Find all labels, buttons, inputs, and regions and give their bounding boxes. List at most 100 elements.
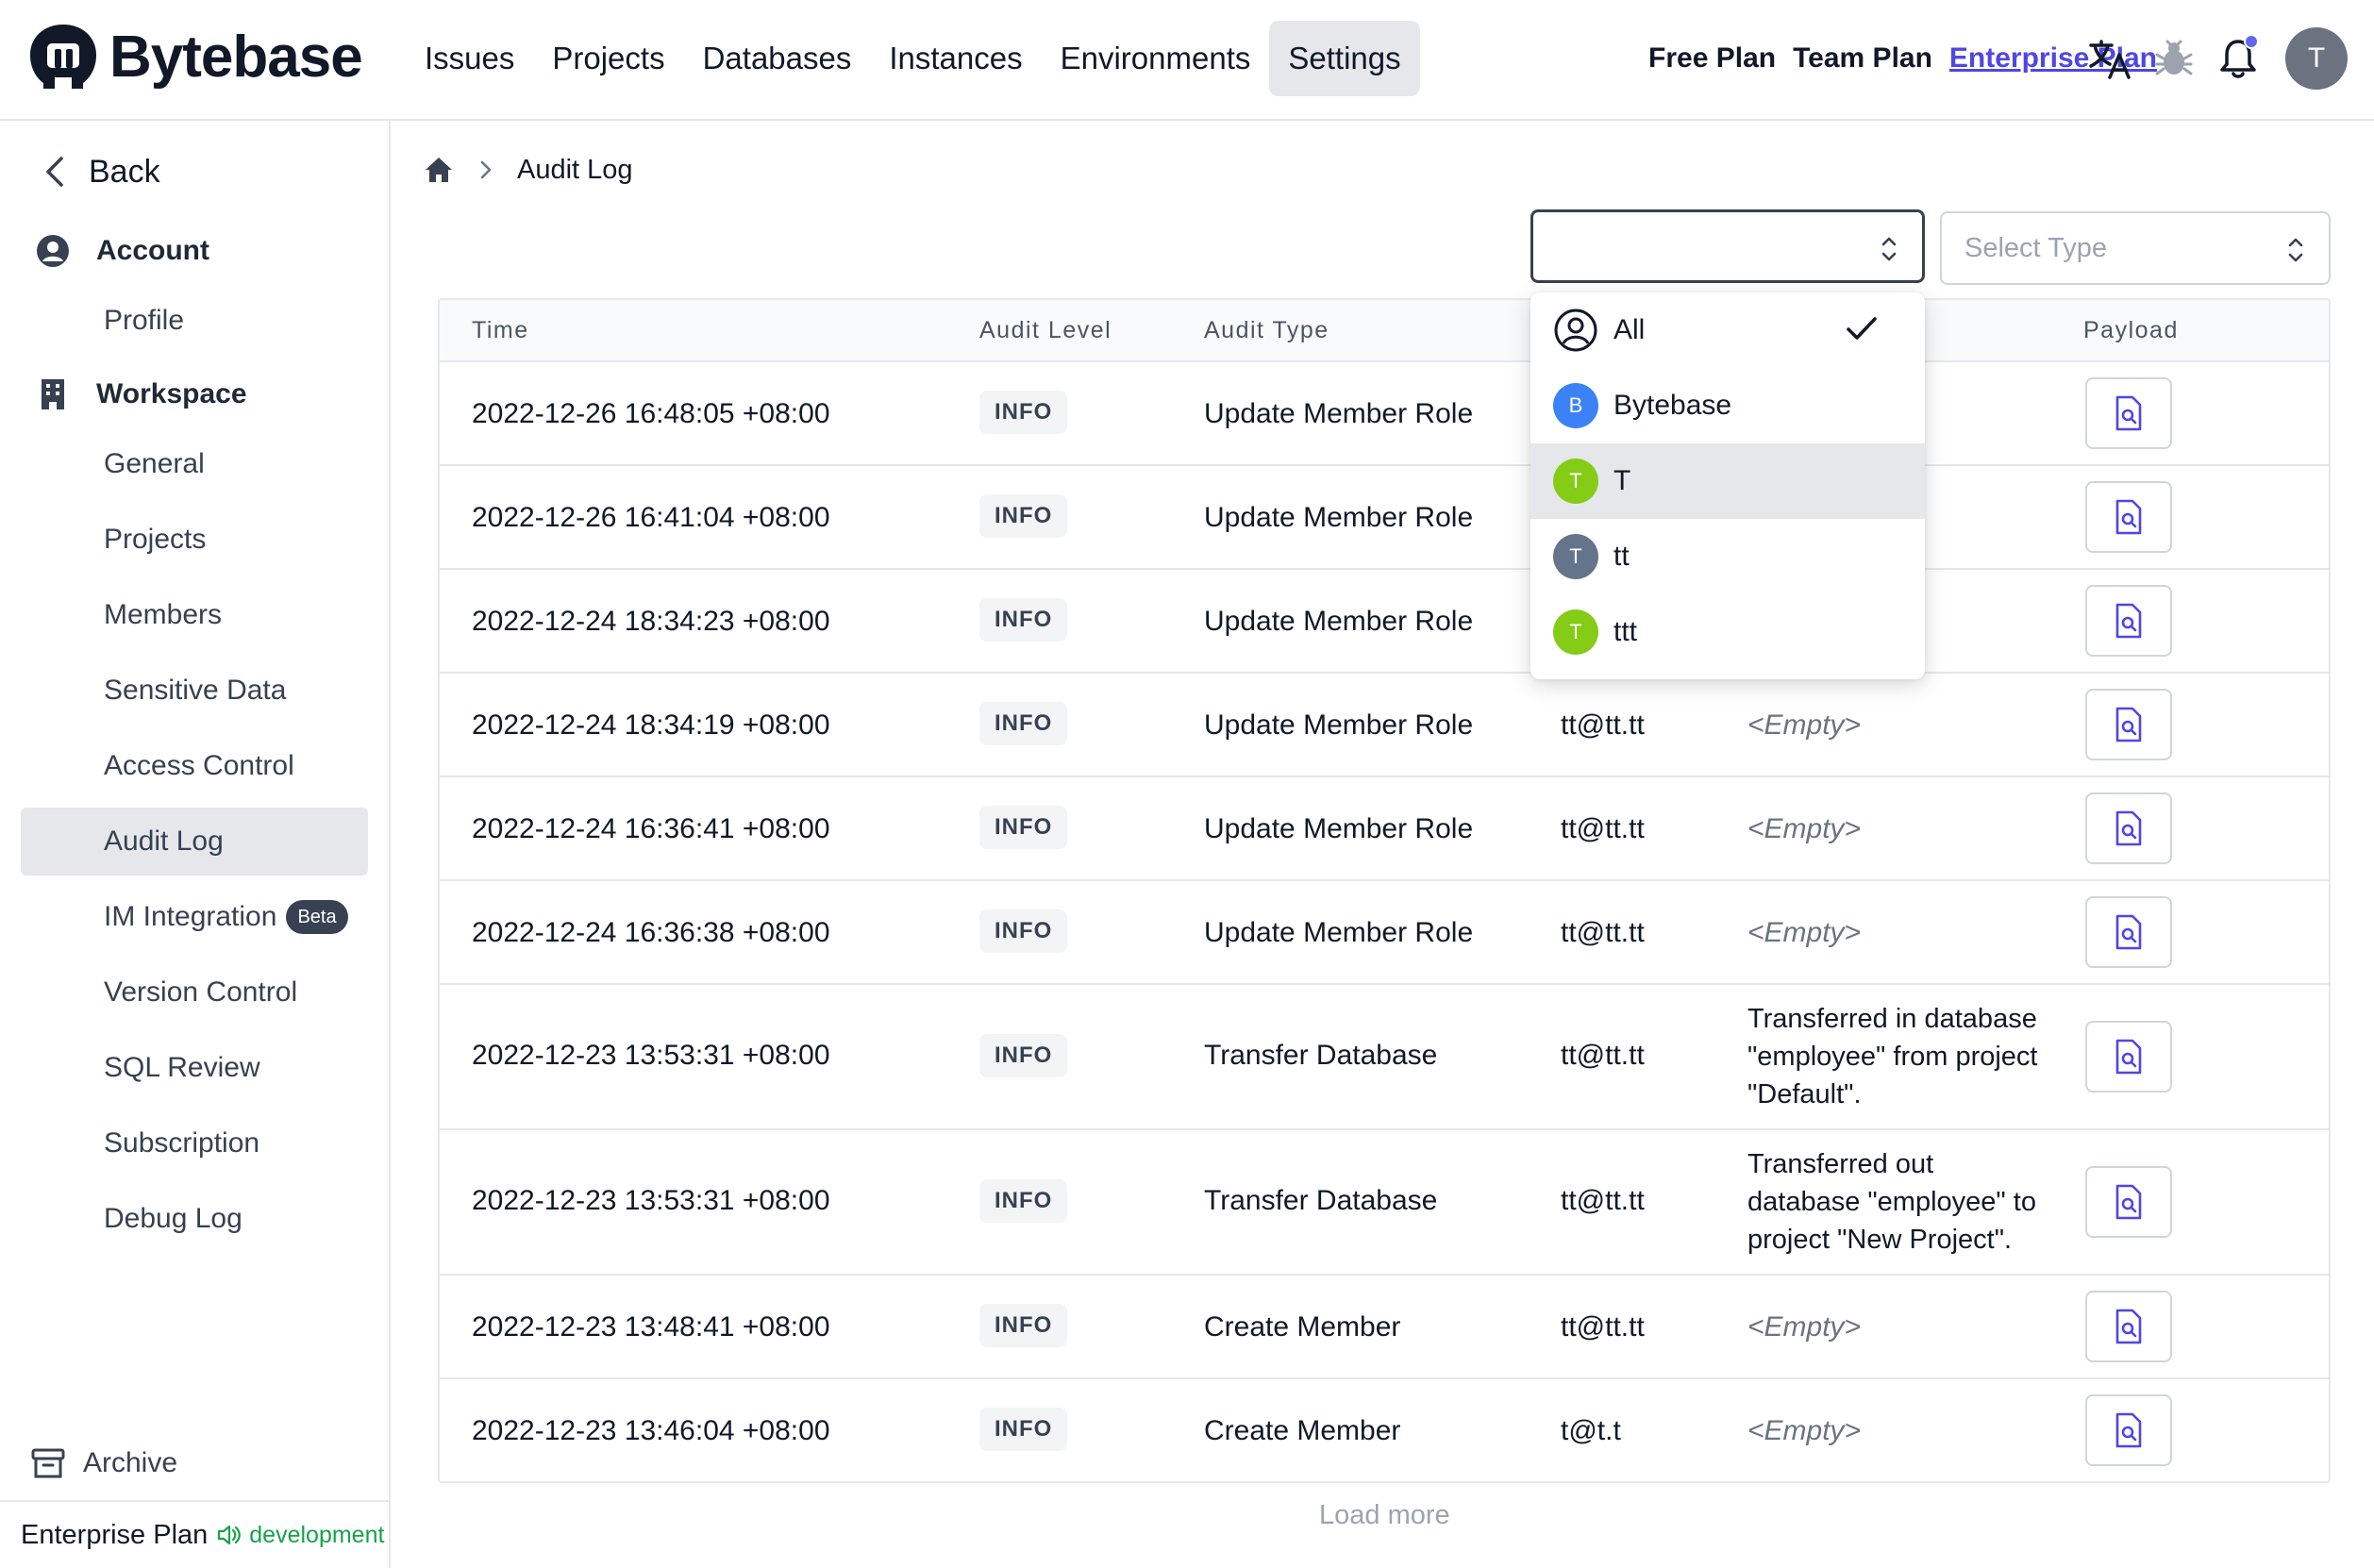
level-badge: INFO <box>979 1408 1068 1451</box>
sidebar-item-profile[interactable]: Profile <box>21 287 368 355</box>
cell-type: Update Member Role <box>1204 606 1474 637</box>
user-avatar[interactable]: T <box>2285 27 2348 90</box>
check-icon <box>1847 317 1877 340</box>
account-section: Account <box>34 232 209 270</box>
dropdown-option-ttt[interactable]: T ttt <box>1530 594 1925 670</box>
view-payload-button[interactable] <box>2085 689 2172 760</box>
view-payload-button[interactable] <box>2085 481 2172 553</box>
option-avatar: B <box>1553 383 1598 428</box>
view-payload-button[interactable] <box>2085 1291 2172 1362</box>
document-search-icon <box>2115 1412 2142 1448</box>
level-badge: INFO <box>979 702 1068 745</box>
free-plan-link[interactable]: Free Plan <box>1648 42 1776 75</box>
header-type: Audit Type <box>1204 317 1329 343</box>
view-payload-button[interactable] <box>2085 585 2172 657</box>
notification-bell[interactable] <box>2215 34 2261 81</box>
header-level: Audit Level <box>979 317 1112 343</box>
level-badge: INFO <box>979 494 1068 538</box>
nav-environments[interactable]: Environments <box>1042 21 1270 96</box>
sidebar-item-projects[interactable]: Projects <box>21 506 368 574</box>
main-nav: Issues Projects Databases Instances Envi… <box>406 21 1420 96</box>
archive-link[interactable]: Archive <box>30 1445 177 1481</box>
user-circle-outline-icon <box>1554 309 1597 352</box>
view-payload-button[interactable] <box>2085 896 2172 968</box>
document-search-icon <box>2115 1309 2142 1344</box>
cell-type: Transfer Database <box>1204 1040 1438 1071</box>
table-header: Time Audit Level Audit Type Payload <box>440 300 2329 362</box>
cell-time: 2022-12-24 18:34:23 +08:00 <box>472 606 830 637</box>
document-search-icon <box>2115 707 2142 742</box>
cell-comment: Transferred in database "employee" from … <box>1747 1000 2038 1113</box>
dropdown-option-bytebase[interactable]: B Bytebase <box>1530 368 1925 443</box>
team-plan-link[interactable]: Team Plan <box>1793 42 1932 75</box>
cell-creator: tt@tt.tt <box>1561 1185 1645 1216</box>
home-icon[interactable] <box>423 154 455 186</box>
dropdown-option-t[interactable]: T T <box>1530 443 1925 519</box>
table-row: 2022-12-23 13:48:41 +08:00 INFO Create M… <box>440 1276 2329 1379</box>
back-label: Back <box>89 153 160 190</box>
nav-settings[interactable]: Settings <box>1269 21 1420 96</box>
comment-line: Transferred in database <box>1747 1004 2037 1034</box>
im-integration-label: IM Integration <box>104 901 277 932</box>
level-badge: INFO <box>979 1034 1068 1077</box>
table-row: 2022-12-24 16:36:38 +08:00 INFO Update M… <box>440 881 2329 985</box>
level-badge: INFO <box>979 391 1068 434</box>
sidebar-item-access-control[interactable]: Access Control <box>21 732 368 800</box>
language-icon[interactable] <box>2087 36 2132 81</box>
header-time: Time <box>472 317 529 343</box>
dropdown-option-all[interactable]: All <box>1530 292 1925 368</box>
cell-creator: tt@tt.tt <box>1561 1311 1645 1343</box>
sidebar-item-sql-review[interactable]: SQL Review <box>21 1034 368 1102</box>
option-label: All <box>1613 314 1646 345</box>
option-label: tt <box>1613 541 1630 572</box>
type-filter-select[interactable]: Select Type <box>1940 211 2331 285</box>
table-row: 2022-12-23 13:53:31 +08:00 INFO Transfer… <box>440 1130 2329 1276</box>
sidebar-item-im-integration[interactable]: IM Integration Beta <box>21 883 368 951</box>
view-payload-button[interactable] <box>2085 377 2172 449</box>
cell-comment: <Empty> <box>1747 1311 1862 1343</box>
view-payload-button[interactable] <box>2085 1021 2172 1093</box>
document-search-icon <box>2115 395 2142 431</box>
back-link[interactable]: Back <box>38 153 160 191</box>
option-label: Bytebase <box>1613 390 1732 421</box>
environment-label: development <box>249 1521 385 1548</box>
nav-instances[interactable]: Instances <box>870 21 1041 96</box>
user-filter-select[interactable] <box>1530 209 1925 283</box>
top-actions: T <box>2068 25 2348 92</box>
cell-time: 2022-12-23 13:53:31 +08:00 <box>472 1040 830 1071</box>
cell-comment: <Empty> <box>1747 917 1862 948</box>
dropdown-option-tt[interactable]: T tt <box>1530 519 1925 594</box>
sidebar-item-sensitive-data[interactable]: Sensitive Data <box>21 657 368 725</box>
sidebar-item-members[interactable]: Members <box>21 581 368 649</box>
cell-type: Update Member Role <box>1204 398 1474 429</box>
nav-projects[interactable]: Projects <box>533 21 683 96</box>
nav-databases[interactable]: Databases <box>684 21 871 96</box>
type-filter-placeholder: Select Type <box>1964 232 2108 263</box>
sidebar-item-subscription[interactable]: Subscription <box>21 1109 368 1177</box>
sidebar-item-audit-log[interactable]: Audit Log <box>21 808 368 876</box>
view-payload-button[interactable] <box>2085 1394 2172 1466</box>
table-row: 2022-12-23 13:53:31 +08:00 INFO Transfer… <box>440 985 2329 1130</box>
bug-icon[interactable] <box>2151 36 2197 81</box>
option-avatar: T <box>1553 459 1598 504</box>
cell-type: Update Member Role <box>1204 709 1474 741</box>
cell-time: 2022-12-23 13:48:41 +08:00 <box>472 1311 830 1343</box>
sidebar-footer: Enterprise Plan development <box>0 1500 391 1568</box>
notification-dot <box>2244 34 2259 49</box>
load-more-button[interactable]: Load more <box>1319 1500 1450 1531</box>
nav-issues[interactable]: Issues <box>406 21 533 96</box>
comment-line: "Default". <box>1747 1079 1862 1109</box>
sidebar-item-general[interactable]: General <box>21 430 368 498</box>
cell-type: Create Member <box>1204 1415 1401 1446</box>
cell-time: 2022-12-26 16:48:05 +08:00 <box>472 398 830 429</box>
sidebar-item-debug-log[interactable]: Debug Log <box>21 1185 368 1253</box>
sidebar-item-version-control[interactable]: Version Control <box>21 959 368 1026</box>
view-payload-button[interactable] <box>2085 1166 2172 1238</box>
bytebase-logo[interactable]: Bytebase <box>26 21 363 92</box>
view-payload-button[interactable] <box>2085 792 2172 864</box>
select-arrows-icon <box>2288 238 2303 262</box>
cell-time: 2022-12-26 16:41:04 +08:00 <box>472 502 830 533</box>
footer-plan[interactable]: Enterprise Plan <box>21 1520 208 1551</box>
option-avatar: T <box>1553 609 1598 655</box>
table-row: 2022-12-26 16:41:04 +08:00 INFO Update M… <box>440 466 2329 570</box>
